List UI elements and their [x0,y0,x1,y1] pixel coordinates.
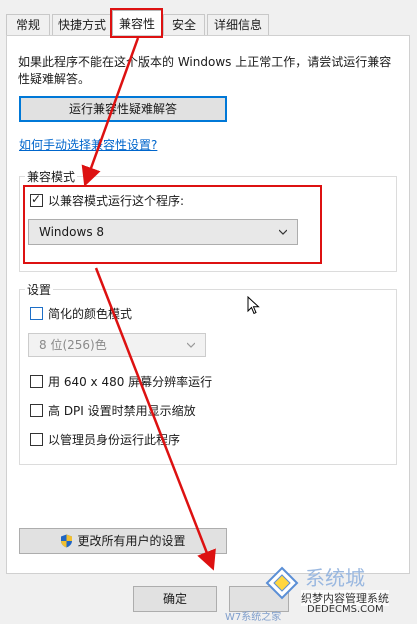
resolution-640-label: 用 640 x 480 屏幕分辨率运行 [48,375,213,389]
disable-dpi-scaling-label: 高 DPI 设置时禁用显示缩放 [48,404,196,418]
settings-title: 设置 [25,281,54,298]
tab-label: 常规 [15,18,40,32]
chevron-down-icon [187,342,195,348]
watermark-logo-icon [265,566,299,600]
reduced-color-row[interactable]: 简化的颜色模式 [30,306,132,322]
shield-icon [61,534,73,548]
resolution-640-checkbox[interactable] [30,375,43,388]
change-all-users-button[interactable]: 更改所有用户的设置 [19,528,227,554]
troubleshoot-button[interactable]: 运行兼容性疑难解答 [19,96,227,122]
resolution-640-row[interactable]: 用 640 x 480 屏幕分辨率运行 [30,374,212,390]
ok-button[interactable]: 确定 [133,586,217,612]
tab-label: 安全 [171,18,196,32]
run-as-admin-row[interactable]: 以管理员身份运行此程序 [30,432,180,448]
tab-general[interactable]: 常规 [6,14,50,36]
annotation-highlight-compat [23,185,322,264]
tab-details[interactable]: 详细信息 [207,14,269,36]
reduced-color-checkbox[interactable] [30,307,43,320]
watermark-brand: 系统城 [305,566,365,590]
disable-dpi-scaling-checkbox[interactable] [30,404,43,417]
compat-mode-title: 兼容模式 [25,168,78,185]
tab-label: 详细信息 [213,18,262,32]
watermark: 系统城 织梦内容管理系统 DEDECMS.COM W7系统之家 [225,562,415,623]
watermark-line2: DEDECMS.COM [307,604,384,615]
tab-security[interactable]: 安全 [163,14,205,36]
tab-label: 快捷方式 [57,18,106,32]
tab-bar: 常规 快捷方式 兼容性 安全 详细信息 [0,0,417,37]
reduced-color-label: 简化的颜色模式 [48,307,133,321]
run-as-admin-label: 以管理员身份运行此程序 [48,433,181,447]
color-depth-select: 8 位(256)色 [28,333,206,357]
tab-shortcut[interactable]: 快捷方式 [52,14,112,36]
mouse-cursor-icon [247,296,260,315]
intro-text: 如果此程序不能在这个版本的 Windows 上正常工作，请尝试运行兼容性疑难解答… [18,55,392,86]
disable-dpi-scaling-row[interactable]: 高 DPI 设置时禁用显示缩放 [30,403,196,419]
change-all-users-label: 更改所有用户的设置 [77,534,186,548]
watermark-bottom: W7系统之家 [225,612,282,623]
run-as-admin-checkbox[interactable] [30,433,43,446]
manual-settings-link[interactable]: 如何手动选择兼容性设置? [19,136,157,153]
annotation-highlight-tab [110,8,163,38]
color-depth-value: 8 位(256)色 [39,338,107,352]
